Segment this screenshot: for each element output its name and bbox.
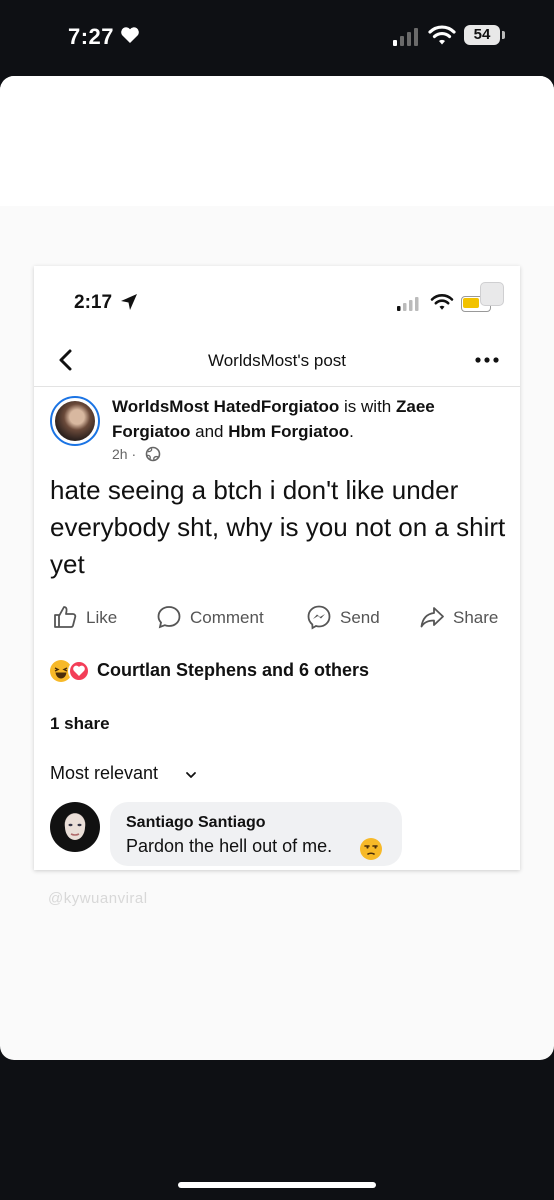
post-body: hate seeing a btch i don't like under ev… <box>50 475 506 579</box>
location-arrow-icon <box>121 294 137 310</box>
inner-clock: 2:17 <box>74 292 113 313</box>
image-viewer-sheet: 2:17 WorldsMost's post WorldsMost HatedF… <box>0 76 554 1060</box>
globe-icon <box>145 446 161 462</box>
more-options-icon[interactable] <box>474 354 500 366</box>
author-name[interactable]: WorldsMost HatedForgiatoo <box>112 397 339 416</box>
author-avatar[interactable] <box>50 396 100 446</box>
outer-clock: 7:27 <box>68 24 115 49</box>
comment-label: Comment <box>190 608 264 627</box>
cellular-signal-icon <box>397 297 419 311</box>
comment-text: Pardon the hell out of me. <box>126 836 333 856</box>
page-title: WorldsMost's post <box>207 351 347 370</box>
wifi-icon <box>430 294 454 310</box>
love-reaction-icon <box>68 660 90 682</box>
like-label: Like <box>86 608 118 627</box>
messenger-icon <box>307 605 331 630</box>
cellular-signal-icon <box>393 28 418 46</box>
commenter-avatar[interactable] <box>50 802 100 852</box>
like-button[interactable]: Like <box>52 602 122 634</box>
reactions-label: Courtlan Stephens and 6 others <box>97 660 370 680</box>
post-actions: Like Comment Send Share <box>34 602 520 634</box>
watermark: @kywuanviral <box>48 890 148 907</box>
outer-status-bar: 7:27 54 <box>0 0 554 76</box>
battery-level: 54 <box>473 26 491 43</box>
unamused-face-icon <box>360 838 382 860</box>
commenter-name[interactable]: Santiago Santiago <box>126 814 266 832</box>
share-count[interactable]: 1 share <box>50 714 110 734</box>
share-label: Share <box>453 608 499 627</box>
comment-bubble[interactable]: Santiago Santiago Pardon the hell out of… <box>110 802 402 866</box>
author-line-end: . <box>349 422 354 441</box>
post-header: WorldsMost's post <box>34 336 520 387</box>
assistive-touch-button[interactable] <box>480 282 504 306</box>
thumbs-up-icon <box>54 606 77 628</box>
reactions-summary[interactable]: Courtlan Stephens and 6 others <box>50 658 510 684</box>
comment-sort-dropdown[interactable]: Most relevant <box>50 763 158 784</box>
and-text: and <box>195 422 224 441</box>
tagged-user-2[interactable]: Hbm Forgiatoo <box>228 422 349 441</box>
post-timestamp[interactable]: 2h · <box>112 446 136 462</box>
chevron-down-icon[interactable] <box>184 768 198 782</box>
wifi-icon <box>428 25 456 45</box>
embedded-screenshot: 2:17 WorldsMost's post WorldsMost HatedF… <box>34 266 520 870</box>
share-button[interactable]: Share <box>419 602 504 634</box>
post-author-line: WorldsMost HatedForgiatoo is with Zaee F… <box>112 394 504 444</box>
comment-button[interactable]: Comment <box>156 602 271 634</box>
battery-indicator: 54 <box>464 25 508 47</box>
comment-bubble-icon <box>157 606 181 629</box>
send-label: Send <box>340 608 380 627</box>
heart-icon <box>121 27 139 43</box>
with-text: is with <box>344 397 392 416</box>
home-indicator[interactable] <box>178 1182 376 1188</box>
send-button[interactable]: Send <box>306 602 386 634</box>
share-arrow-icon <box>420 607 444 628</box>
